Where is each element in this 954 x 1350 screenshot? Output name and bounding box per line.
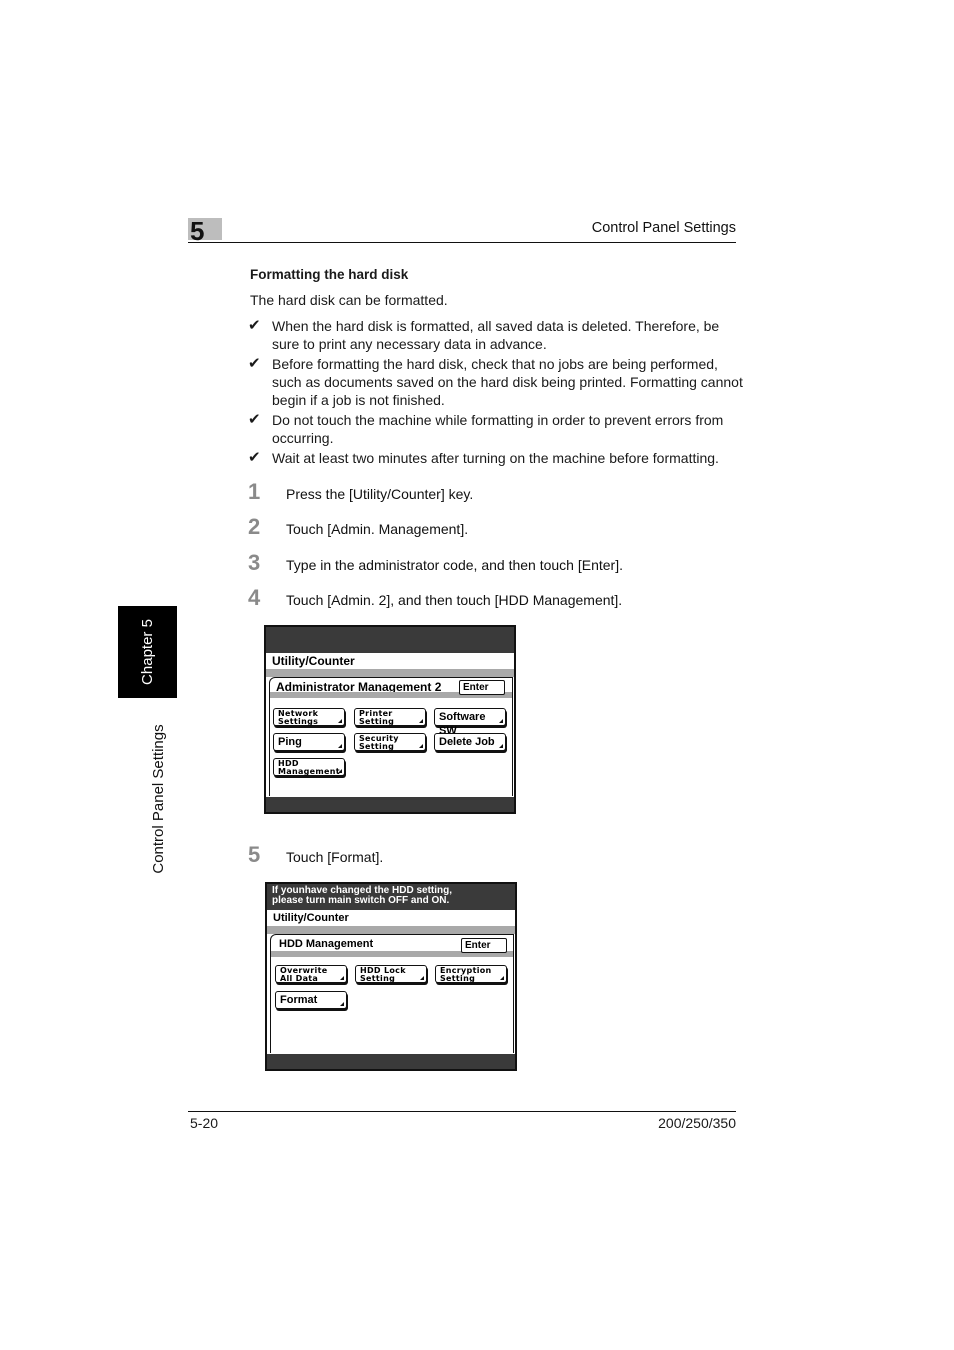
section-intro: The hard disk can be formatted.: [250, 292, 448, 308]
chapter-side-tab-label: Chapter 5: [139, 619, 156, 685]
step-4: 4 Touch [Admin. 2], and then touch [HDD …: [248, 585, 622, 611]
button-label: HDD Lock Setting: [360, 966, 406, 983]
overwrite-all-data-button[interactable]: Overwrite All Data: [275, 965, 347, 983]
hdd-lock-setting-button[interactable]: HDD Lock Setting: [355, 965, 427, 983]
note-item: ✔ Wait at least two minutes after turnin…: [248, 449, 743, 467]
step-number: 1: [248, 479, 261, 504]
screen-title-band: [266, 669, 514, 677]
screen-message-bar: If younhave changed the HDD setting, ple…: [267, 884, 515, 910]
screen-bottom-bar: [266, 797, 514, 812]
corner-mark-icon: [338, 719, 342, 723]
notes-list: ✔ When the hard disk is formatted, all s…: [248, 317, 743, 469]
screen-panel: HDD Management Enter Overwrite All Data …: [270, 934, 514, 1053]
screen-title: Utility/Counter: [267, 910, 515, 926]
section-side-label: Control Panel Settings: [138, 718, 178, 880]
encryption-setting-button[interactable]: Encryption Setting: [435, 965, 507, 983]
hdd-management-screen: If younhave changed the HDD setting, ple…: [265, 882, 517, 1071]
corner-mark-icon: [499, 744, 503, 748]
step-3: 3 Type in the administrator code, and th…: [248, 550, 623, 576]
enter-button[interactable]: Enter: [461, 938, 507, 953]
corner-mark-icon: [419, 719, 423, 723]
note-text: Do not touch the machine while formattin…: [272, 412, 724, 446]
button-label: Network Settings: [278, 709, 319, 726]
corner-mark-icon: [340, 976, 344, 980]
button-label: Format: [280, 994, 318, 1006]
corner-mark-icon: [338, 769, 342, 773]
note-item: ✔ Do not touch the machine while formatt…: [248, 411, 743, 447]
network-settings-button[interactable]: Network Settings: [273, 708, 345, 726]
section-side-label-text: Control Panel Settings: [149, 724, 167, 874]
panel-title: HDD Management: [279, 938, 374, 950]
button-label: Overwrite All Data: [280, 966, 328, 983]
step-text: Type in the administrator code, and then…: [286, 557, 623, 573]
corner-mark-icon: [500, 976, 504, 980]
button-label: Delete Job: [439, 736, 495, 748]
screen-title-band: [267, 926, 515, 934]
chapter-side-tab: Chapter 5: [118, 606, 177, 698]
admin-management-2-screen: Utility/Counter Administrator Management…: [264, 625, 516, 814]
corner-mark-icon: [338, 744, 342, 748]
button-label: Security Setting: [359, 734, 399, 751]
delete-job-button[interactable]: Delete Job: [434, 733, 506, 751]
printer-setting-button[interactable]: Printer Setting: [354, 708, 426, 726]
section-title: Formatting the hard disk: [250, 267, 409, 282]
screen-panel: Administrator Management 2 Enter Network…: [269, 677, 513, 796]
screen-title: Utility/Counter: [266, 653, 514, 669]
footer-divider: [188, 1111, 736, 1112]
enter-button[interactable]: Enter: [459, 680, 505, 695]
step-number: 5: [248, 842, 261, 867]
step-number: 2: [248, 514, 261, 539]
step-2: 2 Touch [Admin. Management].: [248, 514, 468, 540]
step-text: Touch [Admin. Management].: [286, 521, 469, 537]
button-label: Ping: [278, 736, 302, 748]
security-setting-button[interactable]: Security Setting: [354, 733, 426, 751]
button-label: Encryption Setting: [440, 966, 492, 983]
step-text: Press the [Utility/Counter] key.: [286, 486, 474, 502]
note-item: ✔ Before formatting the hard disk, check…: [248, 355, 743, 409]
step-text: Touch [Format].: [286, 849, 384, 865]
note-text: Before formatting the hard disk, check t…: [272, 356, 743, 408]
note-text: Wait at least two minutes after turning …: [272, 450, 719, 466]
screen-message-bar: [266, 627, 514, 653]
corner-mark-icon: [340, 1002, 344, 1006]
model-numbers: 200/250/350: [658, 1115, 736, 1131]
ping-button[interactable]: Ping: [273, 733, 345, 751]
corner-mark-icon: [499, 719, 503, 723]
step-number: 4: [248, 585, 261, 610]
button-label: Printer Setting: [359, 709, 395, 726]
step-5: 5 Touch [Format].: [248, 842, 383, 868]
note-text: When the hard disk is formatted, all sav…: [272, 318, 720, 352]
page-number: 5-20: [190, 1115, 219, 1131]
software-sw-button[interactable]: Software SW: [434, 708, 506, 737]
step-number: 3: [248, 550, 261, 575]
check-icon: ✔: [248, 355, 261, 372]
check-icon: ✔: [248, 411, 261, 428]
corner-mark-icon: [420, 976, 424, 980]
check-icon: ✔: [248, 449, 261, 466]
format-button[interactable]: Format: [275, 991, 347, 1009]
button-label: HDD Management: [278, 759, 340, 776]
corner-mark-icon: [419, 744, 423, 748]
step-text: Touch [Admin. 2], and then touch [HDD Ma…: [286, 592, 623, 608]
check-icon: ✔: [248, 317, 261, 334]
hdd-management-button[interactable]: HDD Management: [273, 758, 345, 776]
note-item: ✔ When the hard disk is formatted, all s…: [248, 317, 743, 353]
header-divider: [188, 242, 736, 243]
running-header-title: Control Panel Settings: [591, 220, 736, 236]
step-1: 1 Press the [Utility/Counter] key.: [248, 479, 473, 505]
screen-bottom-bar: [267, 1054, 515, 1069]
